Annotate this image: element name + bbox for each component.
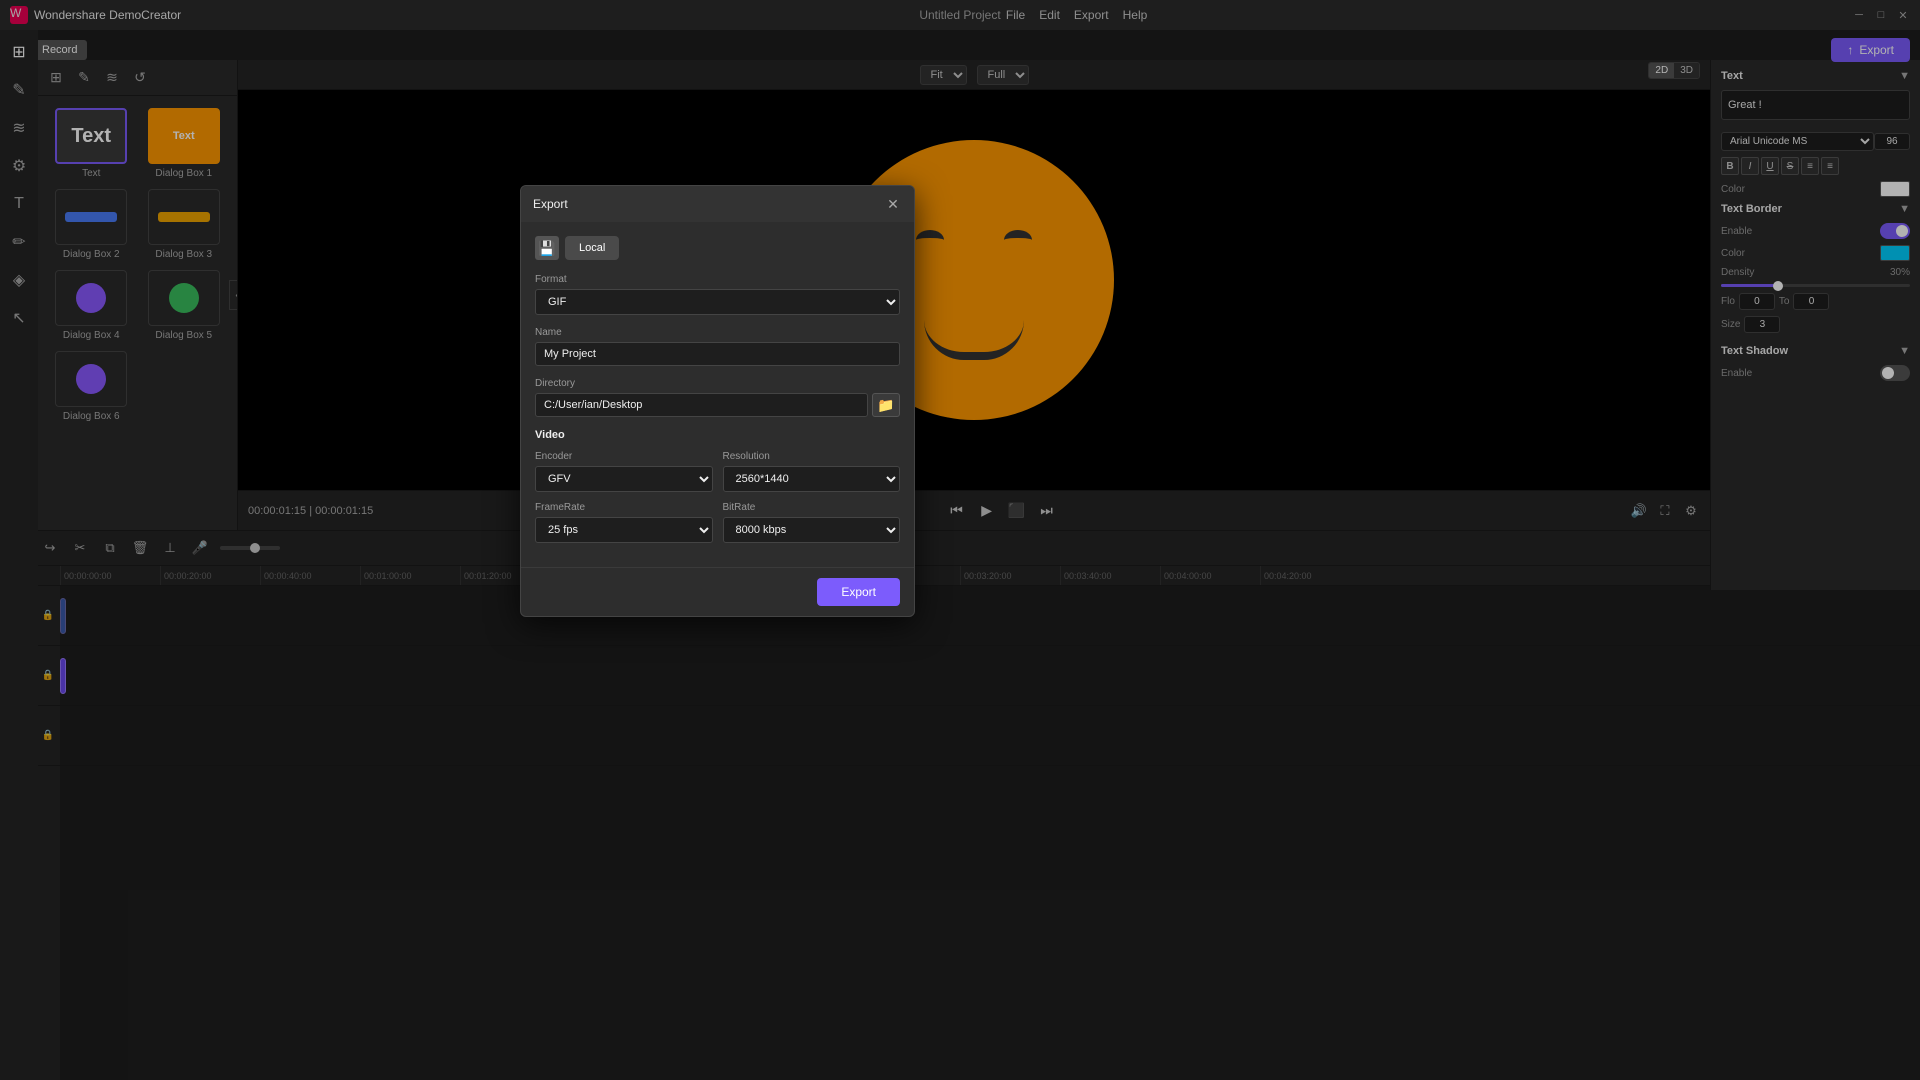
browse-button[interactable]: 📁 [872, 393, 900, 417]
framerate-select[interactable]: 25 fps 30 fps 60 fps [535, 517, 713, 543]
name-section: Name [535, 327, 900, 366]
video-section-title: Video [535, 429, 900, 441]
resolution-label: Resolution [723, 451, 901, 462]
directory-row: 📁 [535, 393, 900, 417]
resolution-col: Resolution 2560*1440 1920*1080 1280*720 [723, 451, 901, 492]
dialog-header: Export ✕ [521, 186, 914, 222]
video-section: Video Encoder GFV H.264 H.265 Resolution… [535, 429, 900, 543]
dialog-close-button[interactable]: ✕ [884, 195, 902, 213]
directory-section: Directory 📁 [535, 378, 900, 417]
name-label: Name [535, 327, 900, 338]
dialog-overlay[interactable] [0, 0, 1920, 1080]
export-dialog: Export ✕ 💾 Local Format GIF MP4 AVI MOV … [520, 185, 915, 617]
format-label: Format [535, 274, 900, 285]
format-select[interactable]: GIF MP4 AVI MOV [535, 289, 900, 315]
local-tab-icon: 💾 [535, 236, 559, 260]
name-input[interactable] [535, 342, 900, 366]
local-tab[interactable]: Local [565, 236, 619, 260]
dialog-title: Export [533, 197, 568, 211]
encoder-resolution-row: Encoder GFV H.264 H.265 Resolution 2560*… [535, 451, 900, 492]
bitrate-label: BitRate [723, 502, 901, 513]
dialog-body: 💾 Local Format GIF MP4 AVI MOV Name Dire… [521, 222, 914, 567]
dialog-footer: Export [521, 567, 914, 616]
dialog-tabs: 💾 Local [535, 236, 900, 260]
bitrate-select[interactable]: 8000 kbps 4000 kbps 16000 kbps [723, 517, 901, 543]
bitrate-col: BitRate 8000 kbps 4000 kbps 16000 kbps [723, 502, 901, 543]
encoder-label: Encoder [535, 451, 713, 462]
directory-label: Directory [535, 378, 900, 389]
encoder-select[interactable]: GFV H.264 H.265 [535, 466, 713, 492]
framerate-bitrate-row: FrameRate 25 fps 30 fps 60 fps BitRate 8… [535, 502, 900, 543]
encoder-col: Encoder GFV H.264 H.265 [535, 451, 713, 492]
dialog-export-button[interactable]: Export [817, 578, 900, 606]
framerate-label: FrameRate [535, 502, 713, 513]
framerate-col: FrameRate 25 fps 30 fps 60 fps [535, 502, 713, 543]
directory-input[interactable] [535, 393, 868, 417]
resolution-select[interactable]: 2560*1440 1920*1080 1280*720 [723, 466, 901, 492]
format-section: Format GIF MP4 AVI MOV [535, 274, 900, 315]
